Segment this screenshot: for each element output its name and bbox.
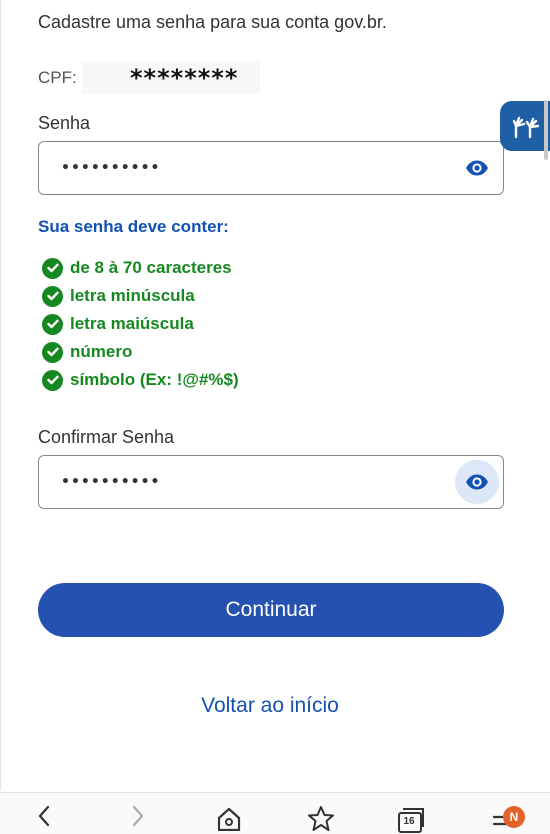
- eye-icon: [466, 474, 488, 490]
- check-circle-icon: [42, 369, 63, 391]
- confirm-password-field[interactable]: ••••••••••: [38, 455, 504, 509]
- notification-badge: N: [503, 806, 525, 828]
- password-field[interactable]: ••••••••••: [38, 141, 504, 195]
- rule-uppercase: letra maiúscula: [42, 310, 239, 338]
- cpf-label: CPF:: [38, 68, 77, 87]
- cpf-row: CPF: ********: [38, 62, 260, 94]
- favorites-button[interactable]: [305, 805, 337, 834]
- intro-text: Cadastre uma senha para sua conta gov.br…: [38, 12, 387, 32]
- vlibras-hands-icon: [512, 116, 540, 139]
- browser-toolbar: 16: [0, 792, 550, 834]
- check-circle-icon: [42, 341, 63, 363]
- rule-label: letra minúscula: [70, 286, 195, 305]
- tab-count: 16: [403, 816, 415, 827]
- rule-symbol: símbolo (Ex: !@#%$): [42, 366, 239, 394]
- eye-icon: [466, 160, 488, 176]
- rule-number: número: [42, 338, 239, 366]
- forward-arrow-icon: [132, 805, 144, 827]
- confirm-password-label: Confirmar Senha: [38, 427, 175, 447]
- show-confirm-password-button[interactable]: [455, 460, 499, 504]
- vlibras-accessibility-button[interactable]: [500, 101, 550, 151]
- star-icon: [308, 806, 334, 831]
- password-value[interactable]: ••••••••••: [39, 160, 455, 176]
- back-button[interactable]: [28, 805, 60, 834]
- home-button[interactable]: [213, 805, 245, 834]
- check-circle-icon: [42, 257, 63, 279]
- forward-button[interactable]: [122, 805, 154, 834]
- confirm-password-value[interactable]: ••••••••••: [39, 474, 455, 490]
- back-arrow-icon: [38, 805, 50, 827]
- rule-lowercase: letra minúscula: [42, 282, 239, 310]
- rules-title: Sua senha deve conter:: [38, 217, 229, 236]
- password-rules-list: de 8 à 70 caracteres letra minúscula let…: [42, 254, 239, 394]
- rule-label: símbolo (Ex: !@#%$): [70, 370, 239, 389]
- rule-label: número: [70, 342, 133, 361]
- page: Cadastre uma senha para sua conta gov.br…: [0, 0, 550, 834]
- check-circle-icon: [42, 285, 63, 307]
- rule-length: de 8 à 70 caracteres: [42, 254, 239, 282]
- continue-button[interactable]: Continuar: [38, 583, 504, 637]
- password-label: Senha: [38, 113, 91, 133]
- back-to-start-link[interactable]: Voltar ao início: [0, 694, 540, 718]
- divider: [0, 0, 1, 790]
- rule-label: de 8 à 70 caracteres: [70, 258, 232, 277]
- rule-label: letra maiúscula: [70, 314, 194, 333]
- show-password-button[interactable]: [455, 146, 499, 190]
- scrollbar[interactable]: [544, 100, 548, 160]
- tabs-button[interactable]: 16: [394, 805, 426, 834]
- check-circle-icon: [42, 313, 63, 335]
- home-icon: [217, 807, 241, 831]
- cpf-value: ********: [82, 62, 260, 94]
